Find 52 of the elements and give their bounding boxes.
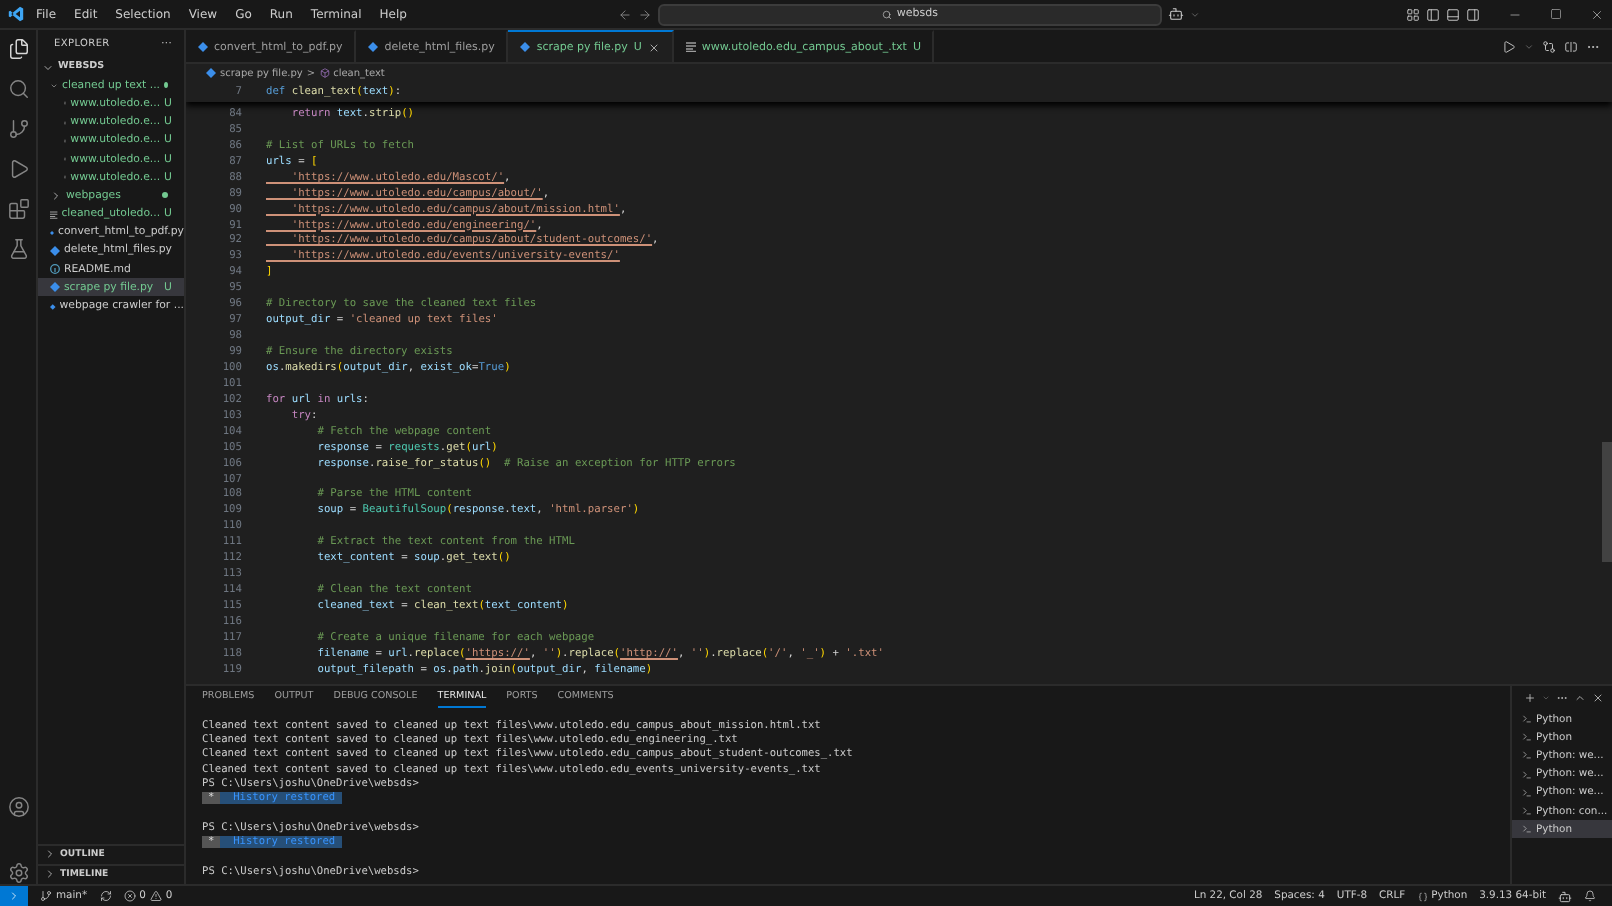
close-icon — [1592, 692, 1604, 704]
close-icon — [1590, 7, 1604, 21]
sync-icon — [99, 890, 112, 902]
back-arrow-icon — [618, 7, 633, 21]
files-icon — [7, 38, 29, 60]
close-icon — [647, 41, 660, 53]
info-icon — [50, 264, 60, 275]
search-icon — [7, 78, 29, 100]
python-file-icon — [198, 42, 208, 52]
chevron-right-icon — [50, 189, 62, 202]
run-debug-icon — [7, 158, 29, 180]
braces-icon — [1417, 891, 1428, 901]
chevron-up-icon — [1574, 692, 1586, 704]
run-icon — [1502, 39, 1516, 53]
error-icon — [123, 890, 136, 902]
terminal-icon — [1522, 750, 1532, 761]
plus-icon — [1524, 692, 1536, 704]
robot-icon — [1168, 6, 1185, 22]
bell-icon — [1584, 890, 1596, 902]
robot-icon — [1558, 889, 1572, 903]
maximize-icon — [1550, 8, 1562, 20]
terminal-icon — [1522, 787, 1532, 798]
split-editor-icon — [1564, 39, 1578, 53]
compare-icon — [1542, 39, 1556, 53]
terminal-icon — [1522, 769, 1532, 780]
extensions-icon — [7, 198, 29, 220]
panel-left-icon — [1426, 7, 1440, 21]
source-control-icon — [7, 118, 29, 140]
chevron-down-icon — [1190, 9, 1201, 19]
terminal-icon — [1522, 806, 1532, 817]
terminal-icon — [1522, 714, 1532, 725]
account-icon — [7, 796, 29, 818]
app-logo-icon — [8, 6, 24, 22]
python-file-icon — [206, 68, 216, 78]
settings-icon — [7, 862, 29, 884]
panel-bottom-icon — [1446, 7, 1460, 21]
branch-icon — [40, 890, 52, 902]
cube-icon — [319, 68, 330, 78]
remote-button[interactable] — [0, 886, 28, 906]
scrollbar-thumb[interactable] — [1602, 442, 1612, 562]
remote-icon — [8, 890, 20, 902]
chevron-down-icon — [1524, 41, 1534, 51]
panel-right-icon — [1466, 7, 1480, 21]
search-icon — [882, 9, 893, 19]
forward-arrow-icon — [638, 7, 653, 21]
warning-icon — [149, 890, 162, 902]
layout-icon — [1406, 7, 1420, 21]
terminal-icon — [1522, 732, 1532, 743]
terminal-icon — [1522, 824, 1532, 835]
python-file-icon — [520, 42, 531, 52]
python-file-icon — [368, 42, 379, 52]
flask-icon — [7, 238, 29, 260]
